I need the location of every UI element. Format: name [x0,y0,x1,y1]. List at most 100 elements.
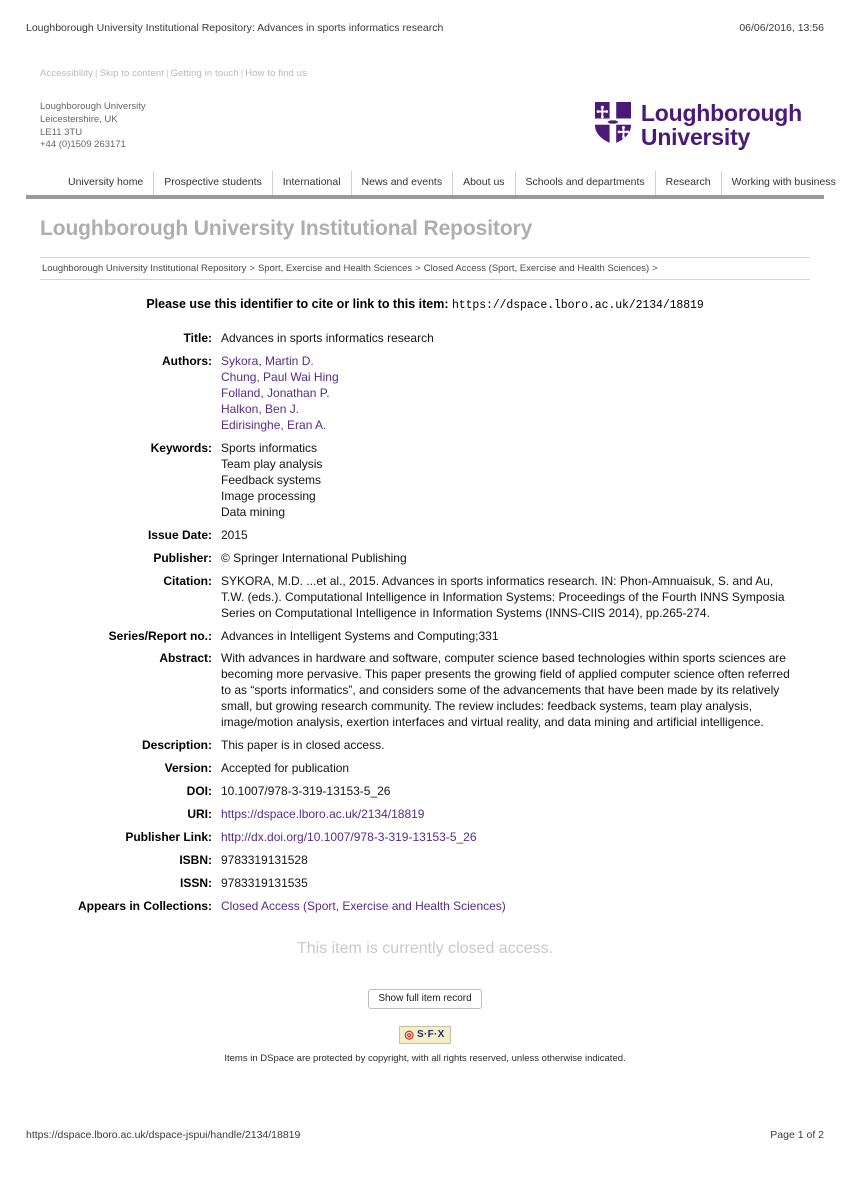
breadcrumb-separator: > [415,263,421,275]
table-row: ISBN: 9783319131528 [26,853,824,876]
value-uri: https://dspace.lboro.ac.uk/2134/18819 [221,807,824,830]
logo-line-1: Loughborough [640,100,802,127]
table-row: Description: This paper is in closed acc… [26,738,824,761]
link-getting-in-touch[interactable]: Getting in touch [171,68,239,79]
link-separator: | [95,68,98,79]
print-footer-url: https://dspace.lboro.ac.uk/dspace-jspui/… [26,1129,301,1141]
value-authors: Sykora, Martin D. Chung, Paul Wai Hing F… [221,354,824,441]
nav-item-about-us[interactable]: About us [452,171,514,196]
nav-item-international[interactable]: International [271,171,351,196]
value-publisher: © Springer International Publishing [221,550,407,565]
link-skip-to-content[interactable]: Skip to content [100,68,164,79]
sfx-badge-row: ◎ S·F·X [26,1025,824,1045]
value-issue-date: 2015 [221,527,248,542]
table-row: Version: Accepted for publication [26,761,824,784]
breadcrumb-item-sport-exercise-health[interactable]: Sport, Exercise and Health Sciences [258,263,412,274]
author-link[interactable]: Edirisinghe, Eran A. [221,418,326,432]
table-row: Title: Advances in sports informatics re… [26,331,824,354]
author-link[interactable]: Halkon, Ben J. [221,402,299,416]
table-row: Authors: Sykora, Martin D. Chung, Paul W… [26,354,824,441]
label-description: Description: [141,738,212,753]
label-publisher: Publisher: [153,550,212,565]
page-content: Accessibility | Skip to content | Getting in… [26,58,836,1065]
label-publisher-link: Publisher Link: [125,830,212,845]
address-line-2: Leicestershire, UK [40,113,118,125]
label-uri: URI: [187,807,212,822]
address-line-1: Loughborough University [40,101,146,112]
university-address: Loughborough University Leicestershire, … [40,101,146,152]
breadcrumb-item-closed-access[interactable]: Closed Access (Sport, Exercise and Healt… [424,263,649,274]
link-how-to-find-us[interactable]: How to find us [245,68,307,79]
table-row: ISSN: 9783319131535 [26,876,824,899]
label-issue-date: Issue Date: [147,527,212,542]
show-full-item-record-button[interactable]: Show full item record [368,988,482,1009]
print-footer-page: Page 1 of 2 [770,1129,824,1141]
print-header-timestamp: 06/06/2016, 13:56 [739,22,824,34]
keyword-item: Image processing [221,488,316,503]
sfx-label: S·F·X [417,1029,445,1041]
sfx-badge[interactable]: ◎ S·F·X [399,1026,451,1045]
link-separator: | [165,68,169,79]
value-citation: SYKORA, M.D. ...et al., 2015. Advances i… [221,573,785,620]
author-link[interactable]: Folland, Jonathan P. [221,386,330,400]
copyright-notice: Items in DSpace are protected by copyrig… [224,1053,626,1065]
table-row: Abstract: With advances in hardware and … [26,651,824,738]
label-series: Series/Report no.: [108,628,212,643]
label-issn: ISSN: [179,875,212,890]
print-footer: https://dspace.lboro.ac.uk/dspace-jspui/… [26,1129,824,1141]
author-link[interactable]: Sykora, Martin D. [221,354,314,368]
persistent-identifier: Please use this identifier to cite or li… [26,297,824,312]
value-keywords: Sports informatics Team play analysis Fe… [221,441,824,528]
address-line-3: LE11 3TU [40,126,83,138]
nav-item-research[interactable]: Research [654,171,721,196]
address-line-4: +44 (0)1509 263171 [40,139,126,151]
nav-item-news-and-events[interactable]: News and events [350,171,453,196]
item-metadata-table: Title: Advances in sports informatics re… [26,331,824,922]
value-version: Accepted for publication [221,761,350,776]
label-keywords: Keywords: [150,440,212,455]
value-abstract: With advances in hardware and software, … [221,651,790,730]
print-header: Loughborough University Institutional Re… [26,22,824,34]
label-authors: Authors: [162,354,212,369]
keyword-item: Sports informatics [221,440,318,455]
uri-link[interactable]: https://dspace.lboro.ac.uk/2134/18819 [221,807,424,821]
sfx-swirl-icon: ◎ [404,1028,414,1041]
value-series: Advances in Intelligent Systems and Comp… [221,628,499,643]
table-row: Citation: SYKORA, M.D. ...et al., 2015. … [26,574,824,629]
value-description: This paper is in closed access. [221,738,385,753]
table-row: Keywords: Sports informatics Team play a… [26,441,824,528]
breadcrumb-separator: > [249,263,255,275]
logo-wordmark: Loughborough University [640,100,802,150]
nav-item-prospective-students[interactable]: Prospective students [153,171,271,196]
publisher-link[interactable]: http://dx.doi.org/10.1007/978-3-319-1315… [221,830,477,844]
table-row: Series/Report no.: Advances in Intellige… [26,629,824,652]
label-doi: DOI: [186,784,212,799]
nav-item-university-home[interactable]: University home [58,171,153,195]
breadcrumb: Loughborough University Institutional Re… [40,257,810,281]
university-logo[interactable]: Loughborough University [594,101,810,150]
keyword-item: Feedback systems [221,472,322,487]
author-link[interactable]: Chung, Paul Wai Hing [221,370,339,384]
identifier-prompt: Please use this identifier to cite or li… [146,297,449,312]
accessibility-links: Accessibility | Skip to content | Getting in… [26,58,824,79]
table-row: Publisher Link: http://dx.doi.org/10.100… [26,830,824,853]
closed-access-notice: This item is currently closed access. [296,939,554,957]
nav-item-working-with-business[interactable]: Working with business [720,171,846,196]
print-header-title: Loughborough University Institutional Re… [26,22,444,34]
value-doi: 10.1007/978-3-319-13153-5_26 [221,784,391,799]
breadcrumb-item-repository[interactable]: Loughborough University Institutional Re… [42,263,246,274]
value-publisher-link: http://dx.doi.org/10.1007/978-3-319-1315… [221,830,824,853]
table-row: URI: https://dspace.lboro.ac.uk/2134/188… [26,807,824,830]
nav-list: University home Prospective students Int… [40,171,836,196]
nav-item-schools-and-departments[interactable]: Schools and departments [514,171,655,196]
collection-link[interactable]: Closed Access (Sport, Exercise and Healt… [221,899,506,913]
identifier-uri: https://dspace.lboro.ac.uk/2134/18819 [451,299,704,313]
keyword-item: Team play analysis [221,456,323,471]
link-accessibility[interactable]: Accessibility [40,68,93,79]
logo-line-2: University [640,123,751,150]
label-citation: Citation: [163,573,212,588]
label-collections: Appears in Collections: [77,898,212,913]
main-navigation: University home Prospective students Int… [26,171,836,200]
breadcrumb-trailing-separator: > [652,263,658,275]
action-button-row: Show full item record [26,988,824,1009]
